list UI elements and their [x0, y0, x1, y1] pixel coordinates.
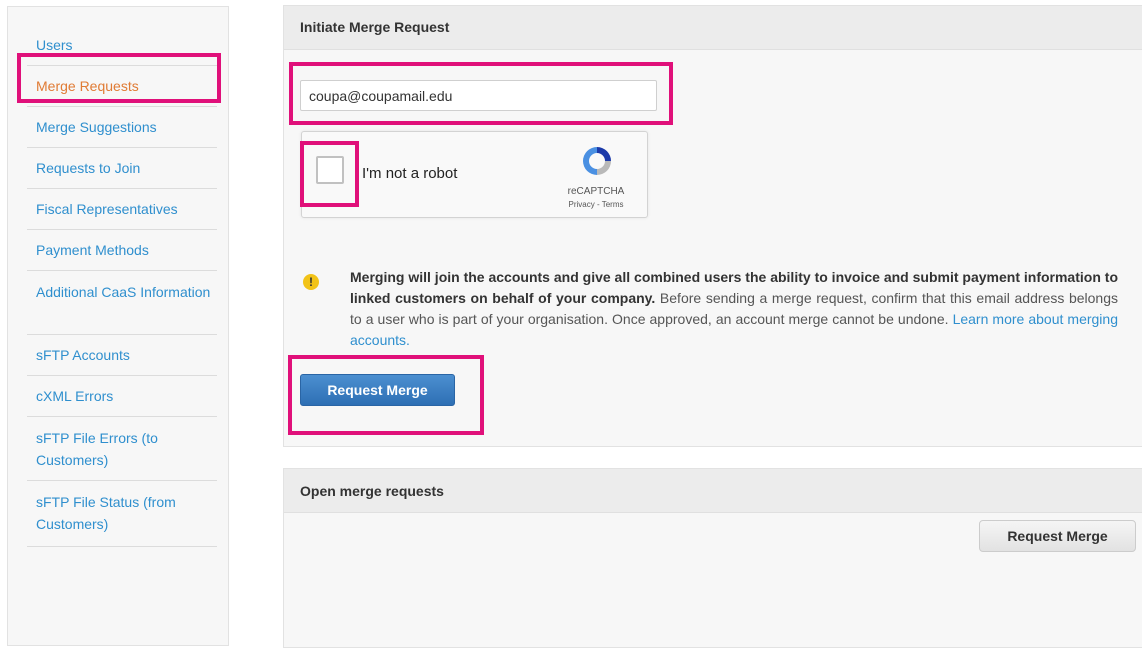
recaptcha-widget: I'm not a robot reCAPTCHA Privacy - Term…	[301, 131, 648, 218]
sidebar: Users Merge Requests Merge Suggestions R…	[7, 6, 229, 646]
warning-icon: !	[303, 274, 319, 290]
merge-panel-title: Initiate Merge Request	[284, 6, 1142, 50]
sidebar-item-fiscal-representatives[interactable]: Fiscal Representatives	[27, 189, 217, 230]
sidebar-item-payment-methods[interactable]: Payment Methods	[27, 230, 217, 271]
open-merge-requests-panel: Open merge requests	[283, 468, 1142, 648]
recaptcha-brand: reCAPTCHA	[567, 186, 625, 197]
recaptcha-links[interactable]: Privacy - Terms	[561, 200, 631, 209]
sidebar-nav: Users Merge Requests Merge Suggestions R…	[27, 25, 217, 547]
recaptcha-label: I'm not a robot	[362, 165, 458, 182]
open-request-merge-button[interactable]: Request Merge	[979, 520, 1136, 552]
request-merge-button[interactable]: Request Merge	[300, 374, 455, 406]
recaptcha-logo-icon	[580, 144, 614, 181]
email-input[interactable]	[300, 80, 657, 111]
sidebar-item-additional-caas-information[interactable]: Additional CaaS Information	[27, 271, 217, 335]
sidebar-item-cxml-errors[interactable]: cXML Errors	[27, 376, 217, 417]
open-panel-title: Open merge requests	[284, 469, 1142, 513]
sidebar-item-sftp-file-status[interactable]: sFTP File Status (from Customers)	[27, 481, 217, 547]
sidebar-item-sftp-accounts[interactable]: sFTP Accounts	[27, 335, 217, 376]
sidebar-item-merge-requests[interactable]: Merge Requests	[27, 66, 217, 107]
merge-notice: Merging will join the accounts and give …	[350, 267, 1118, 351]
recaptcha-checkbox[interactable]	[316, 156, 344, 184]
sidebar-item-requests-to-join[interactable]: Requests to Join	[27, 148, 217, 189]
sidebar-item-users[interactable]: Users	[27, 25, 217, 66]
sidebar-item-merge-suggestions[interactable]: Merge Suggestions	[27, 107, 217, 148]
sidebar-item-sftp-file-errors[interactable]: sFTP File Errors (to Customers)	[27, 417, 217, 481]
